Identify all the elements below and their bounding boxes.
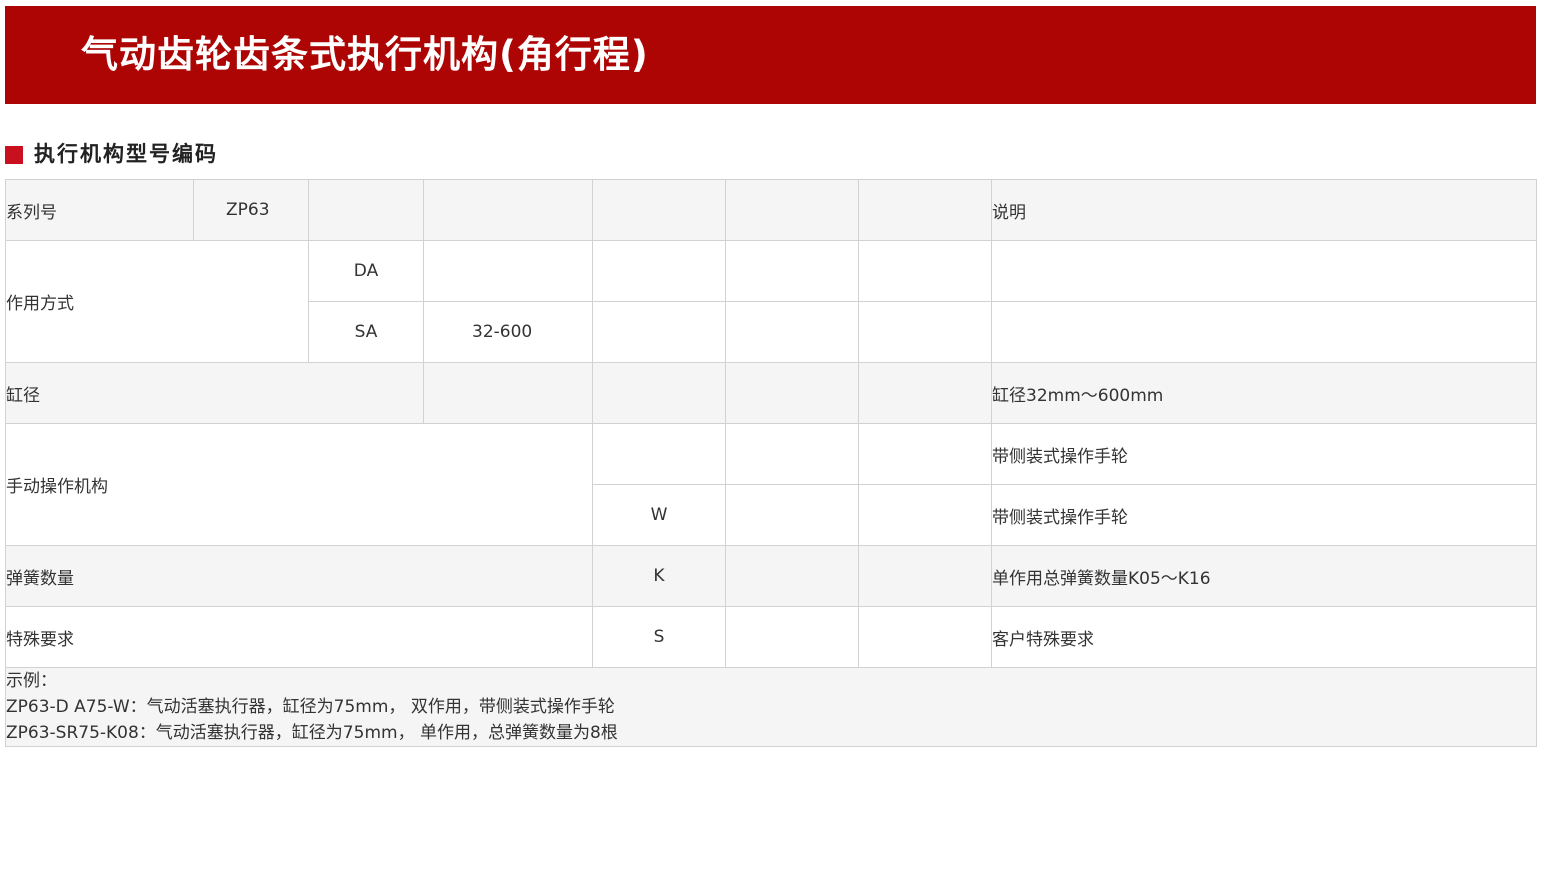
empty-cell	[991, 301, 1537, 363]
empty-cell	[858, 545, 992, 607]
series-label: 系列号	[5, 179, 194, 241]
section-marker	[5, 146, 23, 164]
empty-cell	[592, 362, 726, 424]
bore-range: 32-600	[423, 301, 593, 363]
example-line-1: ZP63-D A75-W：气动活塞执行器，缸径为75mm， 双作用，带侧装式操作…	[6, 697, 615, 717]
action-sa-code: SA	[308, 301, 424, 363]
manual-note-2: 带侧装式操作手轮	[991, 484, 1537, 546]
table-row-series: 系列号 ZP63 说明	[5, 179, 1537, 241]
empty-cell	[725, 423, 859, 485]
empty-cell	[725, 301, 859, 363]
section-title: 执行机构型号编码	[34, 142, 218, 166]
empty-cell	[858, 606, 992, 668]
empty-cell	[592, 423, 726, 485]
spring-label: 弹簧数量	[5, 545, 593, 607]
empty-cell	[423, 240, 593, 302]
example-block: 示例： ZP63-D A75-W：气动活塞执行器，缸径为75mm， 双作用，带侧…	[5, 667, 1537, 747]
table-row-action-da: 作用方式 DA	[5, 240, 1537, 363]
empty-cell	[725, 606, 859, 668]
action-da-code: DA	[308, 240, 424, 302]
example-line-2: ZP63-SR75-K08：气动活塞执行器，缸径为75mm， 单作用，总弹簧数量…	[6, 723, 618, 743]
table-row-special: 特殊要求 S 客户特殊要求	[5, 606, 1537, 668]
action-label: 作用方式	[5, 240, 309, 363]
empty-cell	[858, 362, 992, 424]
empty-cell	[592, 240, 726, 302]
empty-cell	[423, 179, 593, 241]
manual-label: 手动操作机构	[5, 423, 593, 546]
empty-cell	[725, 545, 859, 607]
series-value: ZP63	[193, 179, 309, 241]
table-row-example: 示例： ZP63-D A75-W：气动活塞执行器，缸径为75mm， 双作用，带侧…	[5, 667, 1537, 747]
empty-cell	[858, 484, 992, 546]
example-title: 示例：	[6, 671, 58, 691]
empty-cell	[423, 362, 593, 424]
manual-code: W	[592, 484, 726, 546]
empty-cell	[725, 240, 859, 302]
empty-cell	[725, 179, 859, 241]
table-row-bore: 缸径 缸径32mm～600mm	[5, 362, 1537, 424]
note-header: 说明	[991, 179, 1537, 241]
special-note: 客户特殊要求	[991, 606, 1537, 668]
spring-code: K	[592, 545, 726, 607]
empty-cell	[308, 179, 424, 241]
manual-note-1: 带侧装式操作手轮	[991, 423, 1537, 485]
empty-cell	[858, 240, 992, 302]
model-code-table: 系列号 ZP63 说明 作用方式 DA SA 32-600 缸径 缸径32mm～…	[5, 179, 1537, 747]
empty-cell	[725, 362, 859, 424]
empty-cell	[725, 484, 859, 546]
bore-note: 缸径32mm～600mm	[991, 362, 1537, 424]
empty-cell	[991, 240, 1537, 302]
table-row-spring: 弹簧数量 K 单作用总弹簧数量K05～K16	[5, 545, 1537, 607]
title-banner: 气动齿轮齿条式执行机构(角行程)	[5, 6, 1536, 104]
empty-cell	[592, 179, 726, 241]
empty-cell	[592, 301, 726, 363]
special-code: S	[592, 606, 726, 668]
empty-cell	[858, 301, 992, 363]
page-title: 气动齿轮齿条式执行机构(角行程)	[81, 33, 649, 76]
bore-label: 缸径	[5, 362, 424, 424]
special-label: 特殊要求	[5, 606, 593, 668]
spring-note: 单作用总弹簧数量K05～K16	[991, 545, 1537, 607]
empty-cell	[858, 423, 992, 485]
empty-cell	[858, 179, 992, 241]
table-row-manual-1: 手动操作机构 带侧装式操作手轮	[5, 423, 1537, 546]
